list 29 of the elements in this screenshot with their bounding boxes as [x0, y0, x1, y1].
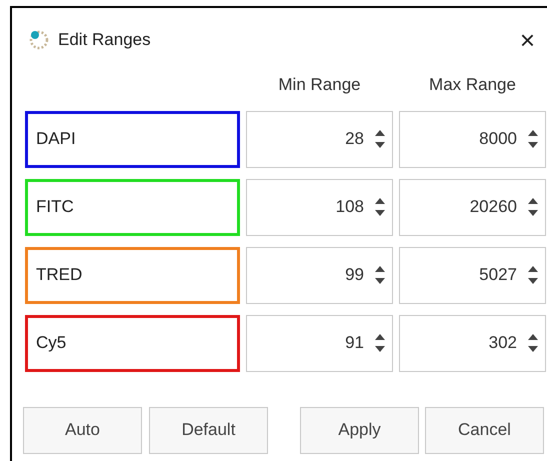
channel-label: TRED: [25, 246, 240, 304]
spinner-arrows-icon[interactable]: [374, 332, 386, 354]
channel-label: FITC: [25, 178, 240, 236]
spin-box[interactable]: 8000: [399, 110, 546, 168]
dialog-button[interactable]: Default: [149, 406, 268, 454]
spin-box[interactable]: 20260: [399, 178, 546, 236]
spin-box[interactable]: 28: [246, 110, 393, 168]
spinner-arrows-icon[interactable]: [527, 196, 539, 218]
spinner-arrows-icon[interactable]: [527, 332, 539, 354]
column-header: Max Range: [428, 74, 517, 96]
spinner-arrows-icon[interactable]: [527, 264, 539, 286]
spinner-arrows-icon[interactable]: [374, 264, 386, 286]
close-button[interactable]: ×: [516, 27, 539, 53]
column-header: Min Range: [277, 74, 362, 96]
dialog-button[interactable]: Cancel: [425, 406, 544, 454]
channel-label: DAPI: [25, 110, 240, 168]
spin-box[interactable]: 302: [399, 314, 546, 372]
dialog-button[interactable]: Apply: [300, 406, 419, 454]
spinner-arrows-icon[interactable]: [527, 128, 539, 150]
channel-label: Cy5: [25, 314, 240, 372]
spin-box[interactable]: 5027: [399, 246, 546, 304]
spin-box[interactable]: 108: [246, 178, 393, 236]
spin-box[interactable]: 91: [246, 314, 393, 372]
dialog-button[interactable]: Auto: [23, 406, 142, 454]
spinner-arrows-icon[interactable]: [374, 128, 386, 150]
spin-box[interactable]: 99: [246, 246, 393, 304]
window-title: Edit Ranges: [58, 29, 151, 52]
app-icon: [28, 29, 50, 51]
spinner-arrows-icon[interactable]: [374, 196, 386, 218]
